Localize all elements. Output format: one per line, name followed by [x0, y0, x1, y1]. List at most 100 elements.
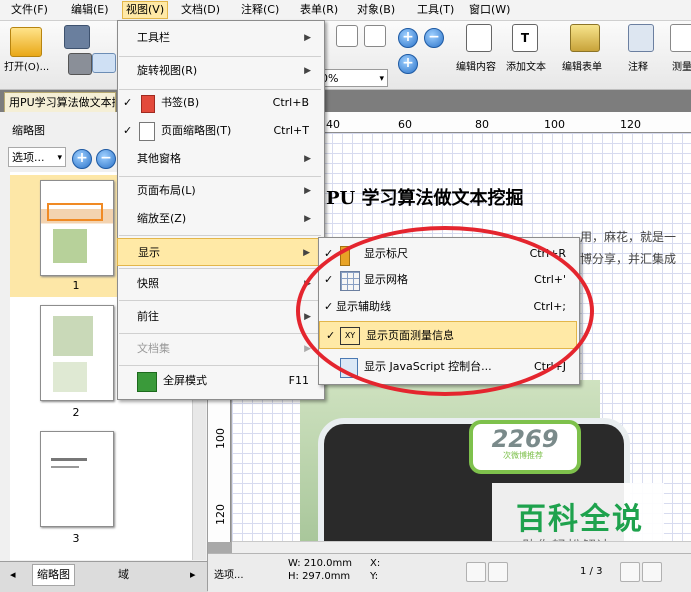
ruler-tick: 40: [326, 118, 340, 131]
menu-item-shortcut: F11: [288, 374, 309, 387]
menu-separator: [119, 333, 321, 334]
page-number-2: 2: [72, 406, 80, 419]
first-page-icon[interactable]: [466, 562, 486, 582]
menu-item-label: 旋转视图(R): [137, 64, 198, 77]
zoom-in-icon[interactable]: +: [398, 28, 418, 48]
edit-form-icon[interactable]: [570, 24, 600, 52]
next-page-icon[interactable]: [620, 562, 640, 582]
thumbnail-image: [53, 229, 87, 263]
measure-icon[interactable]: [670, 24, 691, 52]
menu-item-shortcut: Ctrl+T: [273, 124, 309, 137]
save-icon[interactable]: [64, 25, 90, 49]
tab-fields-label: 域: [118, 568, 129, 581]
cursor-x-readout: X:: [370, 558, 381, 569]
menu-item-toolbar[interactable]: 工具栏 ▶: [117, 24, 323, 52]
prev-page-icon[interactable]: [488, 562, 508, 582]
annotate-label[interactable]: 注释: [628, 58, 648, 73]
menu-comment[interactable]: 注释(C): [238, 2, 282, 18]
page-thumbnail-2[interactable]: [40, 305, 114, 401]
menu-item-label: 前往: [137, 310, 159, 323]
open-button-label[interactable]: 打开(O)...: [4, 58, 49, 73]
menu-file[interactable]: 文件(F): [8, 2, 51, 18]
menu-item-snapshot[interactable]: 快照 ▶: [117, 270, 323, 298]
menu-window[interactable]: 窗口(W): [466, 2, 513, 18]
document-tab[interactable]: 用PU学习算法做文本挖掘: [4, 92, 116, 112]
menu-document[interactable]: 文档(D): [178, 2, 223, 18]
thumbnail-viewport-indicator[interactable]: [47, 203, 103, 221]
menu-item-label: 缩放至(Z): [137, 212, 187, 225]
thumb-zoom-in-icon[interactable]: +: [72, 149, 92, 169]
submenu-arrow-icon: ▶: [304, 33, 311, 43]
toolbar: 打开(O)... + − 0% ▾ + 编辑内容 T 添加文本 编辑表单 注释 测…: [0, 21, 691, 90]
annotate-icon[interactable]: [628, 24, 654, 52]
zoom-select[interactable]: 0% ▾: [318, 69, 388, 87]
options-label: 选项...: [12, 151, 45, 164]
fit-width-icon[interactable]: [364, 25, 386, 47]
thumbnail-image: [53, 362, 87, 392]
add-zoom-icon[interactable]: +: [398, 54, 418, 74]
menu-item-full-screen[interactable]: 全屏模式 F11: [117, 367, 323, 395]
last-page-icon[interactable]: [642, 562, 662, 582]
document-text-line: 博分享，并汇集成: [580, 252, 677, 266]
ruler-tick: 100: [544, 118, 565, 131]
thumbnail-options-dropdown[interactable]: 选项... ▾: [8, 147, 66, 167]
menu-edit[interactable]: 编辑(E): [68, 2, 112, 18]
document-title: PU 学习算法做文本挖掘: [326, 188, 524, 209]
edit-content-icon[interactable]: [466, 24, 492, 52]
thumbnail-text-line: [51, 458, 87, 461]
menu-view[interactable]: 视图(V): [122, 1, 169, 19]
menu-item-go-to[interactable]: 前往 ▶: [117, 303, 323, 331]
red-highlight-ellipse: [296, 226, 594, 396]
full-screen-icon: [137, 372, 157, 392]
print-icon[interactable]: [68, 53, 92, 75]
menu-item-zoom-to[interactable]: 缩放至(Z) ▶: [117, 205, 323, 233]
panel-title: 缩略图: [12, 124, 45, 137]
open-folder-icon[interactable]: [10, 27, 42, 57]
submenu-arrow-icon: ▶: [304, 154, 311, 164]
menu-bar: 文件(F) 编辑(E) 视图(V) 文档(D) 注释(C) 表单(R) 对象(B…: [0, 0, 691, 21]
menu-tools[interactable]: 工具(T): [414, 2, 457, 18]
menu-item-label: 页面布局(L): [137, 184, 196, 197]
menu-item-rotate-view[interactable]: 旋转视图(R) ▶: [117, 57, 323, 85]
add-text-icon[interactable]: T: [512, 24, 538, 52]
page-thumbnail-3[interactable]: [40, 431, 114, 527]
page-indicator[interactable]: 1 / 3: [580, 566, 602, 577]
thumbnail-image: [53, 316, 93, 356]
menu-item-label: 显示: [138, 246, 160, 259]
page-number-3: 3: [72, 532, 80, 545]
menu-item-bookmarks[interactable]: ✓ 书签(B) Ctrl+B: [117, 89, 323, 117]
menu-item-display[interactable]: 显示 ▶: [117, 238, 323, 266]
menu-item-label: 文档集: [137, 342, 170, 355]
menu-item-page-thumbnails[interactable]: ✓ 页面缩略图(T) Ctrl+T: [117, 117, 323, 145]
page-thumbnail-icon: [139, 122, 155, 141]
email-icon[interactable]: [92, 53, 116, 73]
chevron-down-icon: ▾: [379, 74, 384, 84]
count-badge-caption: 次微博推荐: [503, 451, 543, 460]
measure-label[interactable]: 测量: [672, 58, 691, 73]
tab-thumbnails[interactable]: 缩略图: [32, 564, 75, 586]
menu-item-label: 工具栏: [137, 31, 170, 44]
menu-item-page-layout[interactable]: 页面布局(L) ▶: [117, 177, 323, 205]
tab-fields[interactable]: 域: [114, 565, 133, 585]
tab-thumbnails-label: 缩略图: [37, 568, 70, 581]
fit-page-icon[interactable]: [336, 25, 358, 47]
edit-form-label[interactable]: 编辑表单: [562, 58, 602, 73]
status-options[interactable]: 选项...: [214, 566, 244, 581]
ruler-tick: 100: [214, 428, 227, 449]
zoom-out-icon[interactable]: −: [424, 28, 444, 48]
menu-form[interactable]: 表单(R): [297, 2, 341, 18]
check-icon: ✓: [123, 96, 133, 109]
menu-separator: [119, 365, 321, 366]
panel-tab-prev-icon[interactable]: ◂: [6, 565, 20, 585]
chevron-down-icon: ▾: [57, 153, 62, 163]
thumb-zoom-out-icon[interactable]: −: [96, 149, 116, 169]
submenu-arrow-icon: ▶: [304, 214, 311, 224]
page-thumbnail-1[interactable]: [40, 180, 114, 276]
menu-object[interactable]: 对象(B): [354, 2, 398, 18]
edit-content-label[interactable]: 编辑内容: [456, 58, 496, 73]
status-bar: 选项... W: 210.0mm H: 297.0mm X: Y: 1 / 3: [208, 553, 691, 592]
panel-tab-next-icon[interactable]: ▸: [186, 565, 200, 585]
menu-item-other-panes[interactable]: 其他窗格 ▶: [117, 145, 323, 173]
add-text-label[interactable]: 添加文本: [506, 58, 546, 73]
menu-item-label: 快照: [137, 277, 159, 290]
